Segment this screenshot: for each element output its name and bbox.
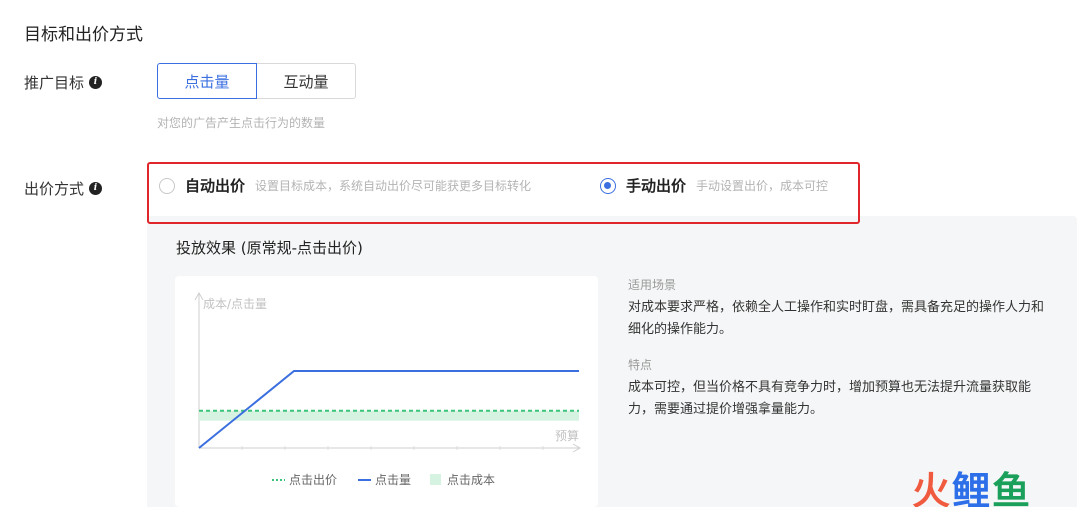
- promotion-goal-label-text: 推广目标: [24, 74, 85, 92]
- scenario-block: 适用场景 对成本要求严格，依赖全人工操作和实时盯盘，需具备充足的操作人力和细化的…: [628, 276, 1053, 341]
- feature-head: 特点: [628, 358, 653, 372]
- goal-option-clicks[interactable]: 点击量: [157, 63, 257, 99]
- watermark-logo: 火 鲤 鱼: [912, 460, 1032, 507]
- watermark-char-2: 鲤: [952, 469, 993, 507]
- watermark-char-1: 火: [912, 469, 953, 507]
- effect-chart: 成本/点击量 预算 点击出价 点击量 点击成本: [194, 291, 582, 487]
- feature-text: 成本可控，但当价格不具有竞争力时，增加预算也无法提升流量获取能力，需要通过提价增…: [628, 380, 1032, 417]
- info-icon[interactable]: i: [89, 182, 103, 195]
- bid-option-manual-desc: 手动设置出价，成本可控: [696, 179, 829, 193]
- radio-unchecked-icon[interactable]: [159, 177, 175, 194]
- bid-option-auto[interactable]: 自动出价 设置目标成本，系统自动出价尽可能获更多目标转化: [159, 175, 531, 196]
- bid-option-auto-label: 自动出价: [185, 177, 246, 195]
- scenario-head: 适用场景: [628, 278, 677, 292]
- effect-chart-card: 成本/点击量 预算 点击出价 点击量 点击成本: [175, 276, 598, 507]
- legend-clicks-label: 点击量: [375, 473, 411, 487]
- chart-x-label: 预算: [555, 428, 579, 443]
- bid-method-label: 出价方式 i: [24, 178, 103, 199]
- info-icon[interactable]: i: [89, 76, 103, 89]
- bid-option-manual[interactable]: 手动出价 手动设置出价，成本可控: [600, 175, 828, 196]
- bid-option-manual-label: 手动出价: [626, 177, 687, 195]
- legend-cost-label: 点击成本: [447, 473, 495, 487]
- promotion-goal-hint: 对您的广告产生点击行为的数量: [157, 116, 326, 130]
- watermark-char-3: 鱼: [992, 469, 1033, 507]
- click-cost-band: [199, 410, 579, 421]
- legend-cost-marker: [430, 474, 441, 485]
- promotion-goal-segmented: 点击量 互动量: [157, 63, 356, 99]
- feature-block: 特点 成本可控，但当价格不具有竞争力时，增加预算也无法提升流量获取能力，需要通过…: [628, 356, 1053, 421]
- bid-option-auto-desc: 设置目标成本，系统自动出价尽可能获更多目标转化: [255, 179, 532, 193]
- promotion-goal-label: 推广目标 i: [24, 72, 103, 93]
- scenario-text: 对成本要求严格，依赖全人工操作和实时盯盘，需具备充足的操作人力和细化的操作能力。: [628, 300, 1045, 337]
- effect-title: 投放效果 (原常规-点击出价): [176, 239, 363, 257]
- legend-bid-label: 点击出价: [289, 473, 337, 487]
- clicks-line: [198, 370, 579, 449]
- section-title: 目标和出价方式: [24, 25, 143, 45]
- bid-method-label-text: 出价方式: [24, 180, 85, 198]
- goal-option-interactions[interactable]: 互动量: [256, 63, 356, 99]
- chart-legend: 点击出价 点击量 点击成本: [272, 473, 495, 487]
- chart-y-label: 成本/点击量: [203, 297, 267, 311]
- radio-checked-icon[interactable]: [600, 177, 616, 194]
